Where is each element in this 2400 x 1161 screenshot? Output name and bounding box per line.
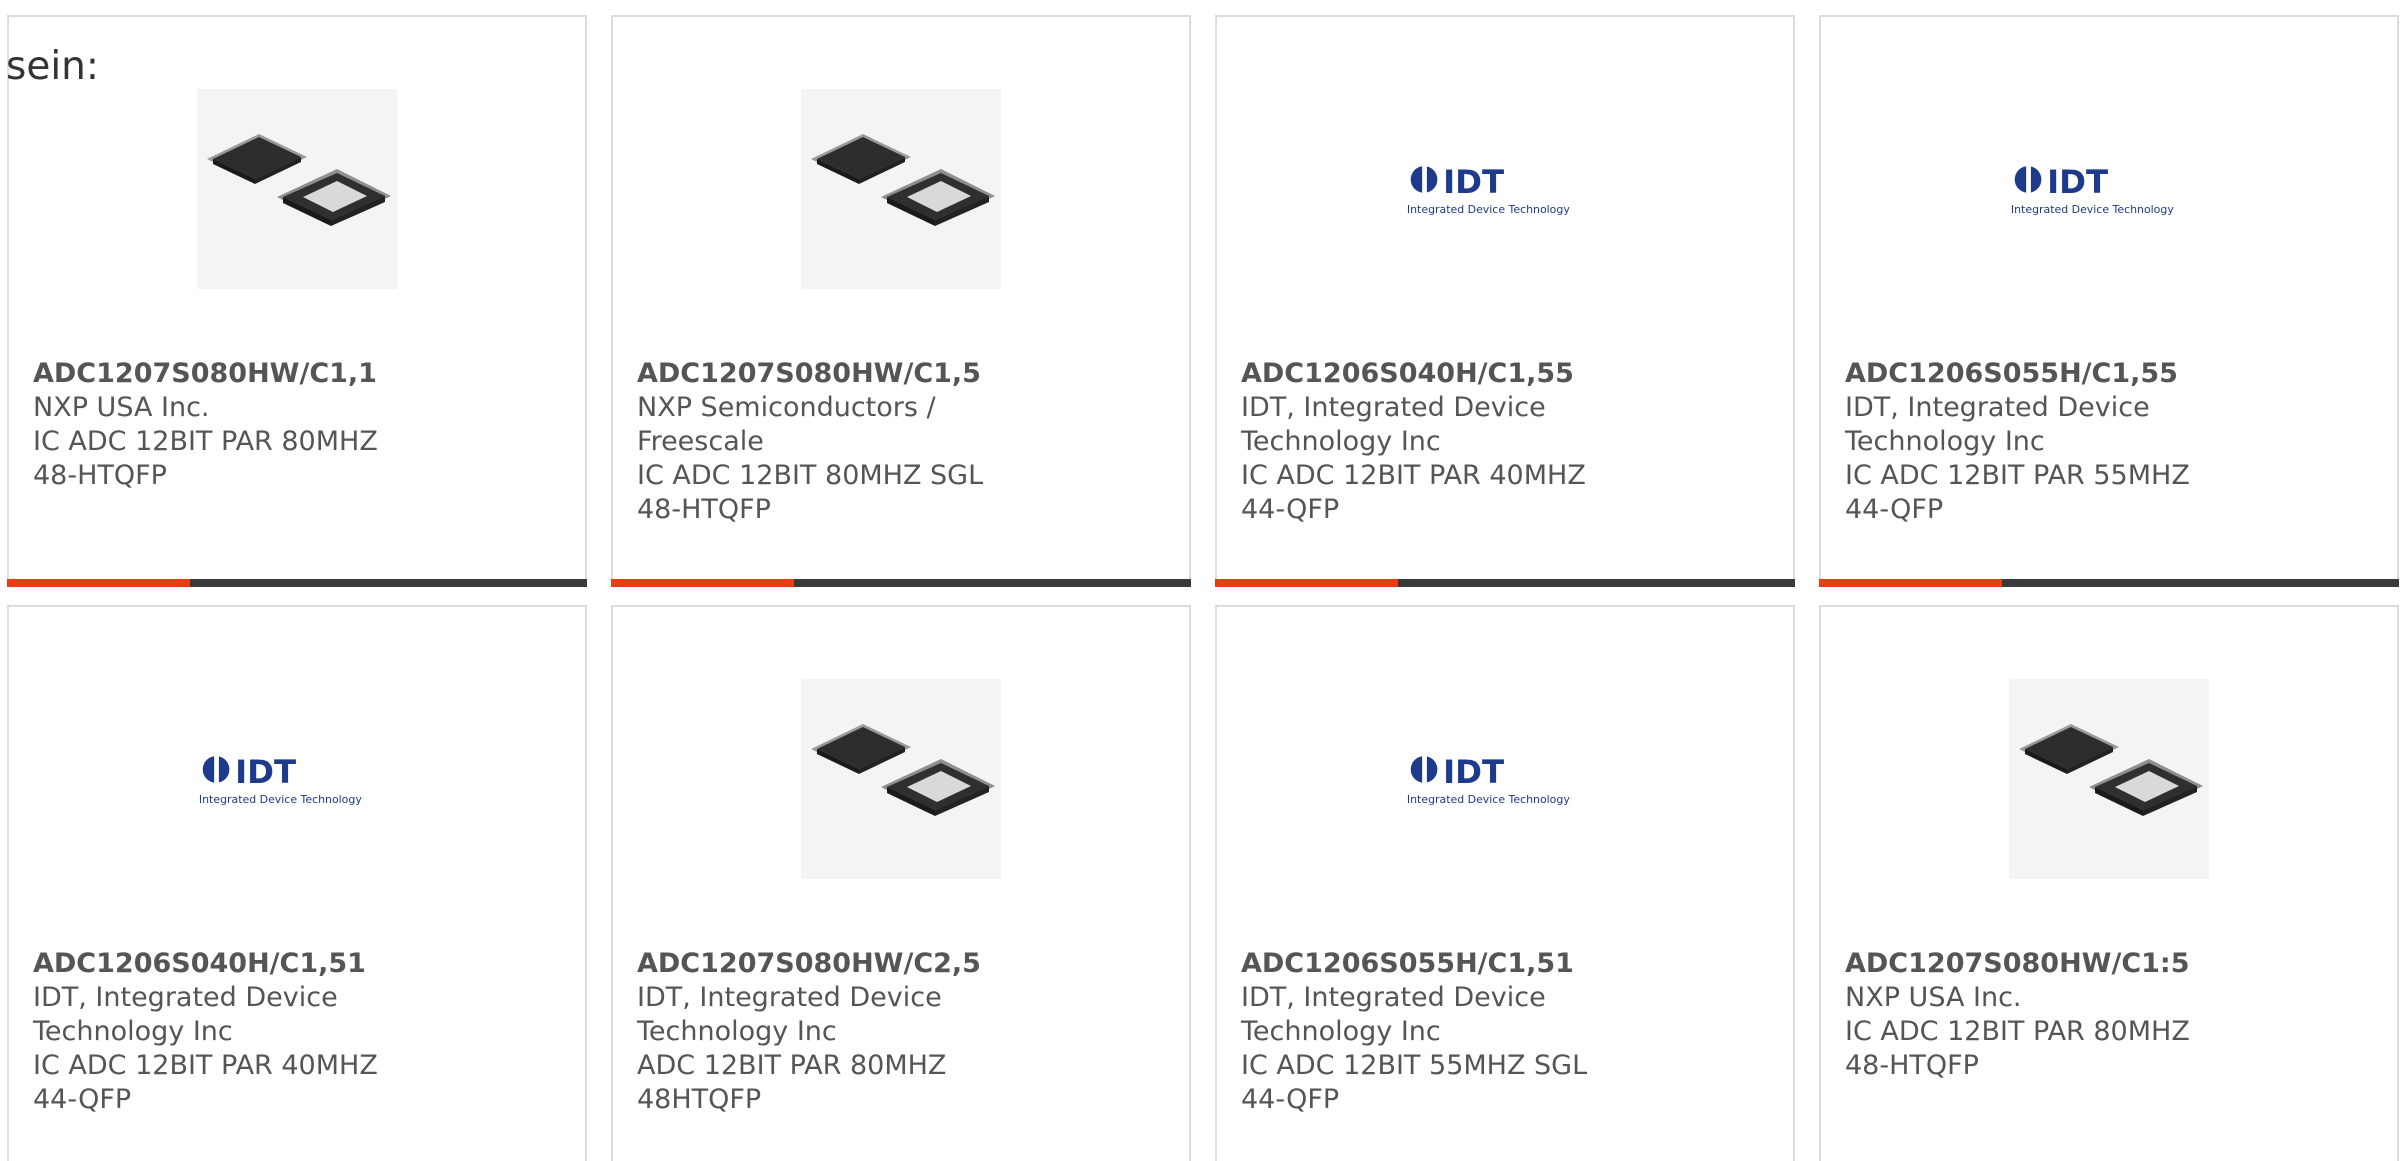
- card-bar: [7, 579, 587, 587]
- description: IC ADC 12BIT PAR 40MHZ 44-QFP: [1241, 460, 1586, 525]
- idt-logo[interactable]: IDT Integrated Device Technology: [2009, 89, 2209, 289]
- part-number[interactable]: ADC1207S080HW/C2,5: [637, 947, 1027, 981]
- svg-text:IDT: IDT: [2047, 163, 2108, 201]
- description: IC ADC 12BIT 55MHZ SGL 44-QFP: [1241, 1050, 1588, 1115]
- idt-logo[interactable]: IDT Integrated Device Technology: [1405, 679, 1605, 879]
- card-bar-accent: [1819, 579, 2002, 587]
- manufacturer: IDT, Integrated Device Technology Inc: [33, 982, 338, 1047]
- product-grid: ADC1207S080HW/C1,1 NXP USA Inc. IC ADC 1…: [7, 15, 2399, 1161]
- product-card[interactable]: IDT Integrated Device Technology ADC1206…: [1819, 15, 2399, 587]
- product-card[interactable]: ADC1207S080HW/C1:5 NXP USA Inc. IC ADC 1…: [1819, 605, 2399, 1161]
- part-number[interactable]: ADC1206S040H/C1,51: [33, 947, 423, 981]
- part-number[interactable]: ADC1207S080HW/C1:5: [1845, 947, 2235, 981]
- card-bar: [1215, 579, 1795, 587]
- manufacturer: NXP USA Inc.: [1845, 982, 2022, 1013]
- svg-text:Integrated Device Technology: Integrated Device Technology: [1407, 793, 1570, 806]
- part-number[interactable]: ADC1206S040H/C1,55: [1241, 357, 1631, 391]
- chip-image[interactable]: [2009, 679, 2209, 879]
- description: IC ADC 12BIT PAR 80MHZ 48-HTQFP: [1845, 1016, 2190, 1081]
- description: IC ADC 12BIT 80MHZ SGL 48-HTQFP: [637, 460, 984, 525]
- intro-text: sein:: [6, 44, 100, 89]
- product-info: ADC1206S040H/C1,51 IDT, Integrated Devic…: [33, 947, 423, 1117]
- manufacturer: IDT, Integrated Device Technology Inc: [1241, 392, 1546, 457]
- manufacturer: IDT, Integrated Device Technology Inc: [637, 982, 942, 1047]
- product-card[interactable]: ADC1207S080HW/C1,1 NXP USA Inc. IC ADC 1…: [7, 15, 587, 587]
- product-card[interactable]: IDT Integrated Device Technology ADC1206…: [1215, 605, 1795, 1161]
- product-info: ADC1206S055H/C1,55 IDT, Integrated Devic…: [1845, 357, 2235, 527]
- chip-image[interactable]: [801, 679, 1001, 879]
- description: IC ADC 12BIT PAR 55MHZ 44-QFP: [1845, 460, 2190, 525]
- idt-logo[interactable]: IDT Integrated Device Technology: [197, 679, 397, 879]
- product-card[interactable]: IDT Integrated Device Technology ADC1206…: [1215, 15, 1795, 587]
- manufacturer: IDT, Integrated Device Technology Inc: [1241, 982, 1546, 1047]
- product-info: ADC1207S080HW/C1,1 NXP USA Inc. IC ADC 1…: [33, 357, 423, 493]
- svg-text:Integrated Device Technology: Integrated Device Technology: [199, 793, 362, 806]
- product-card[interactable]: IDT Integrated Device Technology ADC1206…: [7, 605, 587, 1161]
- description: IC ADC 12BIT PAR 40MHZ 44-QFP: [33, 1050, 378, 1115]
- page: sein: ADC1207S080HW/C1,1 NXP USA Inc. IC…: [0, 0, 2400, 1161]
- card-bar: [611, 579, 1191, 587]
- product-card[interactable]: ADC1207S080HW/C1,5 NXP Semiconductors / …: [611, 15, 1191, 587]
- product-info: ADC1207S080HW/C1:5 NXP USA Inc. IC ADC 1…: [1845, 947, 2235, 1083]
- part-number[interactable]: ADC1206S055H/C1,51: [1241, 947, 1631, 981]
- card-bar-accent: [611, 579, 794, 587]
- manufacturer: IDT, Integrated Device Technology Inc: [1845, 392, 2150, 457]
- part-number[interactable]: ADC1207S080HW/C1,1: [33, 357, 423, 391]
- product-card[interactable]: ADC1207S080HW/C2,5 IDT, Integrated Devic…: [611, 605, 1191, 1161]
- card-bar-accent: [7, 579, 190, 587]
- svg-text:IDT: IDT: [1443, 753, 1504, 791]
- product-info: ADC1207S080HW/C2,5 IDT, Integrated Devic…: [637, 947, 1027, 1117]
- product-info: ADC1206S055H/C1,51 IDT, Integrated Devic…: [1241, 947, 1631, 1117]
- part-number[interactable]: ADC1207S080HW/C1,5: [637, 357, 1027, 391]
- svg-text:Integrated Device Technology: Integrated Device Technology: [2011, 203, 2174, 216]
- card-bar-accent: [1215, 579, 1398, 587]
- manufacturer: NXP Semiconductors / Freescale: [637, 392, 936, 457]
- product-info: ADC1206S040H/C1,55 IDT, Integrated Devic…: [1241, 357, 1631, 527]
- description: IC ADC 12BIT PAR 80MHZ 48-HTQFP: [33, 426, 378, 491]
- svg-text:Integrated Device Technology: Integrated Device Technology: [1407, 203, 1570, 216]
- chip-image[interactable]: [801, 89, 1001, 289]
- svg-text:IDT: IDT: [235, 753, 296, 791]
- description: ADC 12BIT PAR 80MHZ 48HTQFP: [637, 1050, 947, 1115]
- card-bar: [1819, 579, 2399, 587]
- idt-logo[interactable]: IDT Integrated Device Technology: [1405, 89, 1605, 289]
- part-number[interactable]: ADC1206S055H/C1,55: [1845, 357, 2235, 391]
- chip-image[interactable]: [197, 89, 397, 289]
- svg-text:IDT: IDT: [1443, 163, 1504, 201]
- product-info: ADC1207S080HW/C1,5 NXP Semiconductors / …: [637, 357, 1027, 527]
- manufacturer: NXP USA Inc.: [33, 392, 210, 423]
